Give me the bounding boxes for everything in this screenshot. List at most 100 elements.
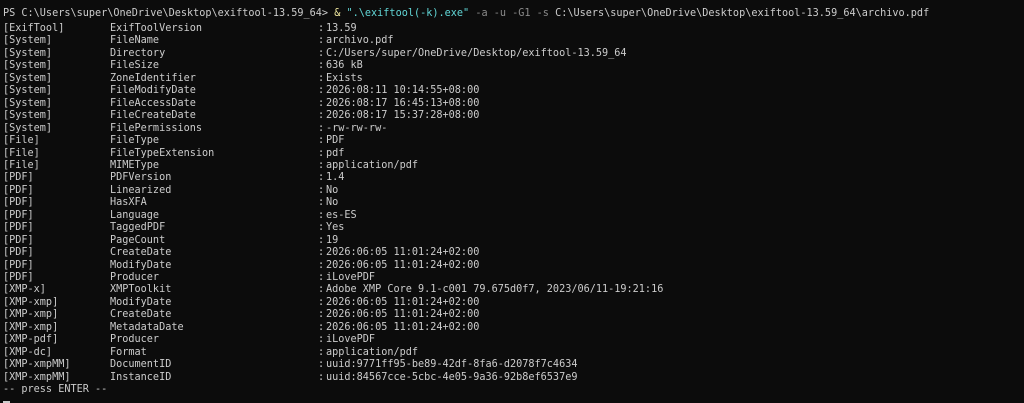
group-name: [System]: [3, 35, 53, 47]
tag-value: iLovePDF: [326, 272, 376, 283]
separator: :: [318, 359, 325, 371]
tag-name: FileSize: [110, 60, 160, 72]
tag-name: InstanceID: [110, 371, 172, 383]
separator: :: [318, 122, 325, 134]
tag-name: DocumentID: [110, 359, 172, 371]
output-row: [File] FileType: PDF: [3, 135, 1003, 148]
tag-value: application/pdf: [326, 159, 419, 171]
separator: :: [318, 23, 325, 34]
group-name: [System]: [3, 110, 53, 122]
tag-name: TaggedPDF: [110, 222, 166, 234]
tag-value: -rw-rw-rw-: [326, 122, 388, 134]
tag-name: ZoneIdentifier: [110, 72, 196, 84]
group-name: [System]: [3, 122, 53, 134]
group-name: [File]: [3, 135, 40, 147]
group-name: [XMP-pdf]: [3, 334, 59, 346]
tag-name: Format: [110, 346, 147, 358]
separator: :: [318, 284, 325, 296]
output-row: [PDF] Language: es-ES: [3, 210, 1003, 223]
separator: :: [318, 97, 325, 109]
separator: :: [318, 334, 325, 346]
tag-name: HasXFA: [110, 197, 147, 209]
separator: :: [318, 172, 325, 184]
tag-name: ModifyDate: [110, 296, 172, 308]
press-enter-prompt: -- press ENTER --: [3, 384, 108, 396]
output-row: [PDF] ModifyDate:2026:06:05 11:01:24+02:0…: [3, 260, 1003, 273]
tag-name: ExifToolVersion: [110, 23, 203, 34]
output-row: [File] FileTypeExtension: pdf: [3, 148, 1003, 161]
tag-value: PDF: [326, 135, 345, 147]
separator: :: [318, 159, 325, 171]
separator: :: [318, 60, 325, 72]
output-row: [ExifTool] ExifToolVersion:13.59: [3, 23, 1003, 36]
tag-value: Yes: [326, 222, 345, 234]
tag-value: es-ES: [326, 209, 357, 221]
group-name: [PDF]: [3, 259, 34, 271]
group-name: [PDF]: [3, 234, 34, 246]
group-name: [PDF]: [3, 272, 34, 283]
output-row: [XMP-xmp] ModifyDate:2026:06:05 11:01:24+…: [3, 297, 1003, 310]
tag-value: pdf: [326, 147, 345, 159]
tag-value: 1.4: [326, 172, 345, 184]
group-name: [XMP-x]: [3, 284, 46, 296]
separator: :: [318, 85, 325, 97]
tag-value: No: [326, 197, 339, 209]
tag-value: uuid:9771ff95-be89-42df-8fa6-d2078f7c463…: [326, 359, 578, 371]
terminal-window[interactable]: PS C:\Users\super\OneDrive\Desktop\exift…: [0, 0, 1024, 403]
tag-value: 2026:06:05 11:01:24+02:00: [326, 259, 480, 271]
separator: :: [318, 309, 325, 321]
separator: :: [318, 35, 325, 47]
tag-value: Adobe XMP Core 9.1-c001 79.675d0f7, 2023…: [326, 284, 664, 296]
separator: :: [318, 47, 325, 59]
tag-value: 2026:08:11 10:14:55+08:00: [326, 85, 480, 97]
group-name: [XMP-xmpMM]: [3, 371, 71, 383]
tag-value: No: [326, 184, 339, 196]
tag-name: PDFVersion: [110, 172, 172, 184]
group-name: [PDF]: [3, 209, 34, 221]
separator: :: [318, 110, 325, 122]
tag-value: 2026:08:17 16:45:13+08:00: [326, 97, 480, 109]
separator: :: [318, 321, 325, 333]
call-operator: &: [334, 8, 341, 19]
group-name: [PDF]: [3, 247, 34, 259]
tag-name: Producer: [110, 272, 160, 283]
group-name: [PDF]: [3, 172, 34, 184]
output-row: [XMP-xmpMM] InstanceID: uuid:84567cce-5cbc…: [3, 372, 1003, 385]
tag-name: MIMEType: [110, 159, 160, 171]
separator: :: [318, 272, 325, 283]
tag-value: 2026:06:05 11:01:24+02:00: [326, 321, 480, 333]
tag-name: CreateDate: [110, 247, 172, 259]
file-path-arg: C:\Users\super\OneDrive\Desktop\exiftool…: [555, 8, 930, 19]
tag-value: 636 kB: [326, 60, 363, 72]
tag-value: 2026:06:05 11:01:24+02:00: [326, 309, 480, 321]
separator: :: [318, 147, 325, 159]
output-row: [System] ZoneIdentifier: Exists: [3, 73, 1003, 86]
tag-value: application/pdf: [326, 346, 419, 358]
separator: :: [318, 197, 325, 209]
output-row: [PDF] TaggedPDF: Yes: [3, 222, 1003, 235]
tag-name: FilePermissions: [110, 122, 203, 134]
separator: :: [318, 135, 325, 147]
tag-value: uuid:84567cce-5cbc-4e05-9a36-92b8ef6537e…: [326, 371, 578, 383]
separator: :: [318, 184, 325, 196]
separator: :: [318, 234, 325, 246]
tag-name: FileTypeExtension: [110, 147, 215, 159]
output-row: [PDF] PageCount:19: [3, 235, 1003, 248]
output-row: [System] Directory: C:/Users/super/OneDriv…: [3, 48, 1003, 61]
separator: :: [318, 259, 325, 271]
tag-value: archivo.pdf: [326, 35, 394, 47]
output-row: [PDF] PDFVersion:1.4: [3, 172, 1003, 185]
tag-value: Exists: [326, 72, 363, 84]
output-row: [System] FileSize:636 kB: [3, 60, 1003, 73]
group-name: [XMP-xmpMM]: [3, 359, 71, 371]
output-row: [PDF] Linearized: No: [3, 185, 1003, 198]
tag-value: iLovePDF: [326, 334, 376, 346]
output-row: [XMP-xmp] CreateDate:2026:06:05 11:01:24+…: [3, 309, 1003, 322]
group-name: [File]: [3, 147, 40, 159]
command-line: PS C:\Users\super\OneDrive\Desktop\exift…: [3, 8, 929, 20]
output-row: [XMP-x] XMPToolkit: Adobe XMP Core 9.1-c00…: [3, 284, 1003, 297]
group-name: [ExifTool]: [3, 23, 65, 34]
group-name: [System]: [3, 72, 53, 84]
output-row: [File] MIMEType: application/pdf: [3, 160, 1003, 173]
output-row: [PDF] Producer: iLovePDF: [3, 272, 1003, 285]
